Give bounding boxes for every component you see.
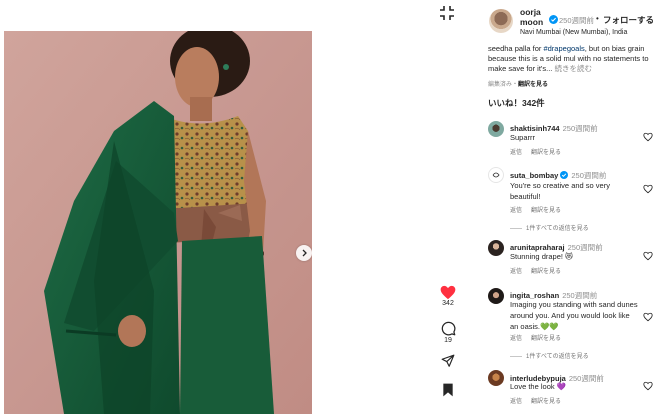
view-replies-link[interactable]: 1件すべての返信を見る: [510, 223, 589, 232]
comment-actions: 返信 翻訳を見る: [510, 396, 570, 405]
comment-actions: 返信 翻訳を見る: [510, 147, 570, 156]
post-username[interactable]: oorjamoon: [520, 7, 544, 27]
reply-button[interactable]: 返信: [510, 150, 522, 156]
caption-translate-link[interactable]: 翻訳を見る: [518, 82, 548, 88]
translate-link[interactable]: 翻訳を見る: [531, 399, 561, 405]
translate-link[interactable]: 翻訳を見る: [531, 150, 561, 156]
translate-link[interactable]: 翻訳を見る: [531, 336, 561, 342]
save-button[interactable]: [438, 380, 458, 400]
post-photo: [4, 31, 312, 414]
heart-icon[interactable]: [643, 132, 653, 142]
view-replies-link[interactable]: 1件すべての返信を見る: [510, 351, 589, 360]
comment-time: 250週間前: [571, 171, 607, 180]
reply-button[interactable]: 返信: [510, 269, 522, 275]
avatar[interactable]: [488, 240, 504, 256]
bookmark-icon: [443, 383, 453, 397]
post-time: 250週間前: [559, 16, 595, 25]
comment-actions: 返信 翻訳を見る: [510, 333, 570, 342]
verified-badge-icon: [549, 15, 558, 24]
collapse-icon[interactable]: [438, 4, 456, 22]
avatar[interactable]: [488, 288, 504, 304]
read-more-link[interactable]: 続きを読む: [554, 64, 592, 73]
post-location[interactable]: Navi Mumbai (New Mumbai), India: [520, 29, 627, 36]
share-button[interactable]: [438, 351, 458, 371]
post-details-panel: oorjamoon 250週間前 • フォローする Navi Mumbai (N…: [483, 0, 660, 418]
translate-link[interactable]: 翻訳を見る: [531, 208, 561, 214]
chevron-right-icon: [302, 249, 307, 257]
follow-button[interactable]: フォローする: [603, 14, 654, 26]
send-icon: [441, 354, 455, 367]
heart-icon[interactable]: [643, 312, 653, 322]
like-button[interactable]: [438, 282, 458, 302]
heart-filled-icon: [440, 285, 456, 299]
post-header: oorjamoon 250週間前 • フォローする Navi Mumbai (N…: [483, 6, 660, 38]
comment-text: You're so creative and so very beautiful…: [510, 181, 610, 201]
avatar[interactable]: [489, 9, 513, 33]
comment-text: Imaging you standing with sand dunes aro…: [510, 300, 638, 331]
next-photo-button[interactable]: [296, 245, 312, 261]
comment-icon: [441, 321, 455, 335]
reply-button[interactable]: 返信: [510, 208, 522, 214]
reply-button[interactable]: 返信: [510, 336, 522, 342]
like-count: 342: [442, 300, 454, 307]
edited-label: 編集済み: [488, 82, 513, 88]
brand-logo-icon: [492, 172, 500, 178]
heart-icon[interactable]: [643, 251, 653, 261]
verified-badge-icon: [560, 171, 569, 179]
reply-button[interactable]: 返信: [510, 399, 522, 405]
instagram-post-viewer: { "post": { "username": "oorjamoon", "ti…: [0, 0, 660, 418]
heart-icon[interactable]: [643, 381, 653, 391]
avatar[interactable]: [488, 370, 504, 386]
translate-link[interactable]: 翻訳を見る: [531, 269, 561, 275]
caption-text: seedha palla for: [488, 44, 544, 53]
comment-text: Love the look 💜: [510, 382, 567, 391]
heart-icon[interactable]: [643, 184, 653, 194]
post-caption: seedha palla for #drapegoals, but on bia…: [488, 44, 658, 74]
comment-actions: 返信 翻訳を見る: [510, 205, 570, 214]
comment-actions: 返信 翻訳を見る: [510, 266, 570, 275]
separator-dot: •: [596, 14, 599, 23]
comment-text: Stunning drape! 😻: [510, 252, 573, 261]
comment-count: 19: [444, 337, 452, 344]
avatar[interactable]: [488, 167, 504, 183]
caption-meta: 編集済み・翻訳を見る: [488, 79, 552, 88]
comment-text: Suparrr: [510, 133, 536, 142]
avatar[interactable]: [488, 121, 504, 137]
hashtag-link[interactable]: #drapegoals: [543, 44, 584, 53]
comment-button[interactable]: [438, 318, 458, 338]
likes-count[interactable]: いいね！342件: [488, 97, 545, 109]
